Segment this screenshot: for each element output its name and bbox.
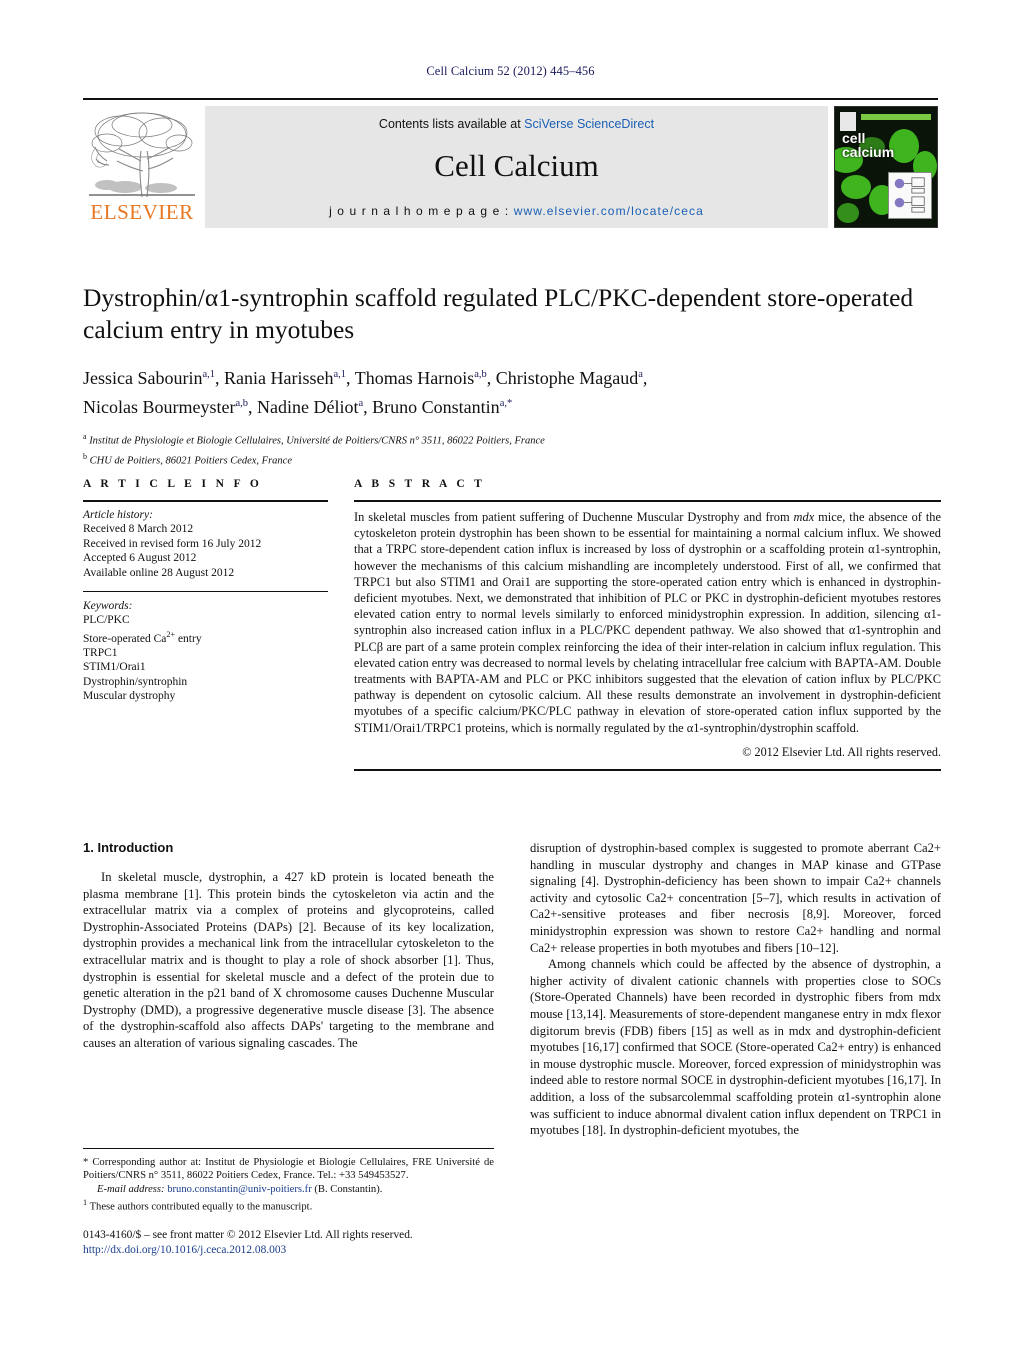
elsevier-tree-icon — [87, 109, 197, 201]
affiliation-marker-a: a — [83, 432, 87, 441]
keyword-item: Dystrophin/syntrophin — [83, 675, 188, 688]
author-name: Bruno Constantin — [372, 397, 500, 417]
abstract-column: A B S T R A C T In skeletal muscles from… — [354, 478, 941, 771]
intro-paragraph-right-2: Among channels which could be affected b… — [530, 957, 941, 1138]
footnote-block: * Corresponding author at: Institut de P… — [83, 1148, 494, 1214]
abstract-mdx-italic: mdx — [793, 510, 815, 524]
section-heading-introduction: 1. Introduction — [83, 840, 174, 855]
cover-title-line-1: cell — [842, 130, 866, 146]
author-name: Nicolas Bourmeyster — [83, 397, 236, 417]
journal-homepage-line: j o u r n a l h o m e p a g e : www.else… — [205, 204, 828, 218]
sciencedirect-link[interactable]: SciVerse ScienceDirect — [524, 117, 654, 131]
journal-cover-thumbnail: cell calcium — [834, 106, 938, 228]
author-name: Thomas Harnois — [354, 368, 475, 388]
journal-band: Contents lists available at SciVerse Sci… — [205, 106, 828, 228]
intro-paragraph-left: In skeletal muscle, dystrophin, a 427 kD… — [83, 870, 494, 1050]
page-title: Dystrophin/α1-syntrophin scaffold regula… — [83, 283, 914, 344]
abstract-heading: A B S T R A C T — [354, 478, 486, 490]
email-link[interactable]: bruno.constantin@univ-poitiers.fr — [167, 1184, 312, 1195]
affiliation-a-text: Institut de Physiologie et Biologie Cell… — [89, 435, 545, 447]
author-name: Rania Harisseh — [224, 368, 334, 388]
email-label: E-mail address: — [97, 1183, 165, 1195]
affiliation-a: a Institut de Physiologie et Biologie Ce… — [83, 429, 941, 449]
cover-publisher-mark — [840, 112, 856, 131]
abstract-part-1: In skeletal muscles from patient sufferi… — [354, 510, 794, 524]
abstract-part-2: mice, the absence of the cytoskeleton pr… — [354, 510, 941, 735]
homepage-label: j o u r n a l h o m e p a g e : — [329, 204, 514, 218]
journal-masthead: ELSEVIER Contents lists available at Sci… — [83, 98, 938, 228]
doi-link[interactable]: http://dx.doi.org/10.1016/j.ceca.2012.08… — [83, 1243, 513, 1258]
affiliation-b-text: CHU de Poitiers, 86021 Poitiers Cedex, F… — [89, 455, 293, 466]
contents-prefix: Contents lists available at — [378, 117, 525, 131]
contents-available-line: Contents lists available at SciVerse Sci… — [205, 117, 828, 131]
keyword-item: STIM1/Orai1 — [83, 661, 146, 674]
history-item: Available online 28 August 2012 — [83, 566, 235, 579]
info-abstract-row: A R T I C L E I N F O Article history: R… — [83, 478, 941, 771]
equal-contribution-note: 1 These authors contributed equally to t… — [83, 1196, 494, 1214]
article-info-heading: A R T I C L E I N F O — [83, 478, 263, 490]
article-history-label: Article history: — [83, 509, 153, 521]
footnote-marker: 1 — [83, 1198, 88, 1208]
elsevier-wordmark: ELSEVIER — [90, 200, 194, 224]
cover-inset-figure — [888, 172, 932, 219]
author-name: Christophe Magaud — [495, 368, 639, 388]
divider — [354, 768, 941, 771]
email-suffix: (B. Constantin). — [311, 1183, 383, 1195]
author-affil-marker: a,b — [474, 369, 487, 380]
affiliation-list: a Institut de Physiologie et Biologie Ce… — [83, 429, 941, 468]
keyword-item: TRPC1 — [83, 646, 118, 659]
affiliation-b: b CHU de Poitiers, 86021 Poitiers Cedex,… — [83, 449, 941, 469]
email-note: E-mail address: bruno.constantin@univ-po… — [83, 1183, 494, 1196]
divider — [83, 591, 328, 592]
history-item: Accepted 6 August 2012 — [83, 552, 197, 564]
article-info-column: A R T I C L E I N F O Article history: R… — [83, 478, 328, 771]
body-columns: 1. Introduction In skeletal muscle, dyst… — [83, 840, 941, 1139]
homepage-url[interactable]: www.elsevier.com/locate/ceca — [514, 204, 704, 218]
body-column-left: 1. Introduction In skeletal muscle, dyst… — [83, 840, 494, 1139]
keywords-label: Keywords: — [83, 600, 133, 612]
history-item: Received in revised form 16 July 2012 — [83, 537, 262, 550]
author-name: Jessica Sabourin — [83, 368, 203, 388]
history-item: Received 8 March 2012 — [83, 523, 194, 535]
author-affil-marker: a — [638, 369, 643, 380]
author-affil-marker: a — [358, 398, 364, 409]
corresponding-author-note: * Corresponding author at: Institut de P… — [83, 1157, 494, 1182]
body-column-right: disruption of dystrophin-based complex i… — [530, 840, 941, 1139]
cover-title-line-2: calcium — [842, 144, 895, 160]
abstract-body: In skeletal muscles from patient sufferi… — [354, 509, 941, 736]
author-list: Jessica Sabourina,1, Rania Harisseha,1, … — [83, 368, 648, 417]
elsevier-logo: ELSEVIER — [83, 106, 201, 223]
affiliation-marker-b: b — [83, 451, 87, 461]
running-head: Cell Calcium 52 (2012) 445–456 — [426, 64, 595, 78]
author-affil-marker: a,1 — [333, 369, 347, 380]
author-affil-marker: a,1 — [202, 369, 216, 380]
issn-copyright-line: 0143-4160/$ – see front matter © 2012 El… — [83, 1229, 413, 1241]
intro-paragraph-right-1: disruption of dystrophin-based complex i… — [530, 841, 941, 955]
title-and-authors: Dystrophin/α1-syntrophin scaffold regula… — [83, 282, 941, 468]
divider — [354, 500, 941, 502]
abstract-copyright: © 2012 Elsevier Ltd. All rights reserved… — [742, 744, 941, 759]
divider — [83, 500, 328, 502]
cover-journal-title: cell calcium — [842, 131, 894, 159]
keyword-item: PLC/PKC — [83, 614, 130, 626]
imprint-block: 0143-4160/$ – see front matter © 2012 El… — [83, 1228, 513, 1258]
keyword-item: Muscular dystrophy — [83, 690, 176, 703]
keyword-item: Store-operated Ca2+ entry — [83, 629, 202, 645]
author-affil-marker: a,b — [235, 398, 249, 409]
journal-article-page: Cell Calcium 52 (2012) 445–456 ELSEVIER … — [0, 0, 1021, 1351]
journal-title: Cell Calcium — [434, 148, 599, 183]
author-name: Nadine Déliot — [257, 397, 359, 417]
cover-header-strip — [861, 114, 931, 120]
author-affil-marker: a,* — [499, 398, 513, 409]
equal-contribution-text: These authors contributed equally to the… — [89, 1201, 313, 1213]
